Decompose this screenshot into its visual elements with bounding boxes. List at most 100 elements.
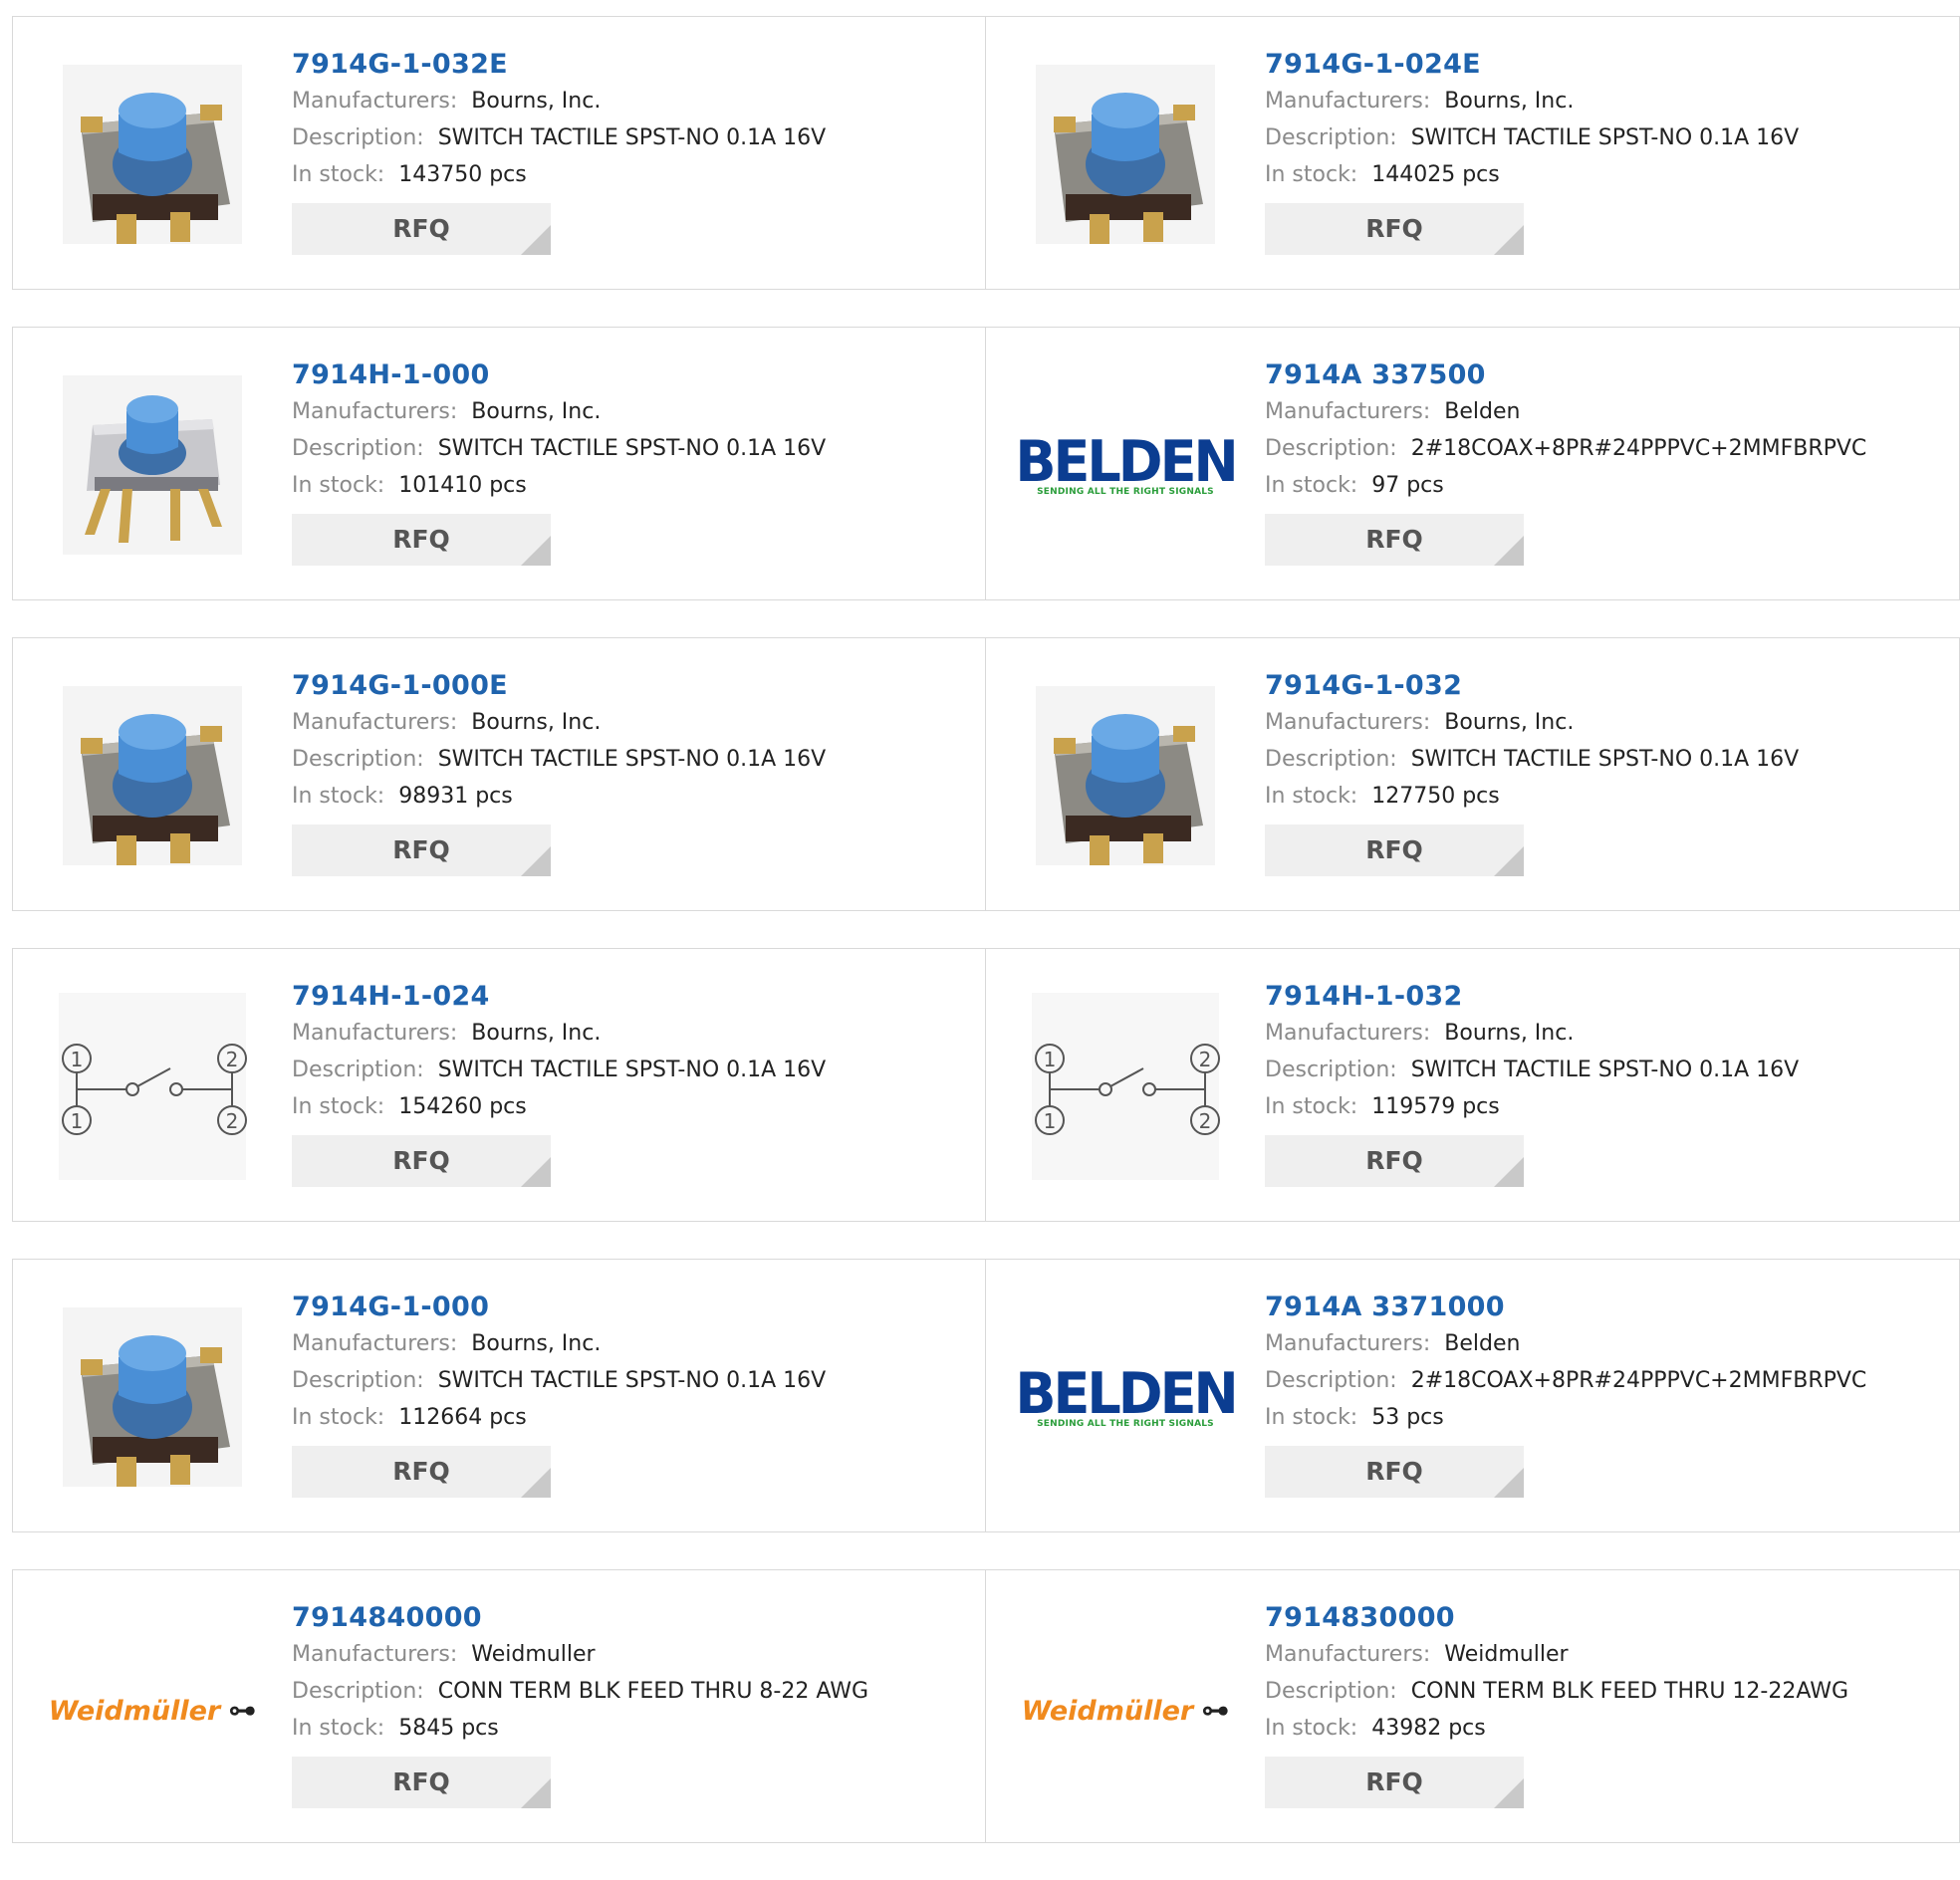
tactile-switch-image: [1026, 676, 1225, 879]
description-line: Description: SWITCH TACTILE SPST-NO 0.1A …: [1265, 119, 1799, 156]
svg-text:2: 2: [1199, 1048, 1212, 1071]
product-row: 7914H-1-000 Manufacturers: Bourns, Inc. D…: [12, 327, 1960, 600]
manufacturer-line: Manufacturers: Weidmuller: [1265, 1636, 1848, 1673]
corner-fold-icon: [521, 1468, 551, 1498]
stock-label: In stock:: [1265, 784, 1358, 809]
rfq-button[interactable]: RFQ: [1265, 1757, 1524, 1808]
rfq-label: RFQ: [1365, 214, 1423, 243]
product-thumbnail[interactable]: [1026, 678, 1225, 877]
rfq-button[interactable]: RFQ: [1265, 1446, 1524, 1498]
rfq-label: RFQ: [392, 214, 450, 243]
stock-value: 101410 pcs: [398, 473, 527, 498]
product-info: 7914830000 Manufacturers: Weidmuller Desc…: [1265, 1600, 1848, 1808]
rfq-button[interactable]: RFQ: [1265, 1135, 1524, 1187]
rfq-button[interactable]: RFQ: [292, 203, 551, 255]
manufacturer-value: Bourns, Inc.: [471, 1021, 602, 1046]
part-number-link[interactable]: 7914G-1-032: [1265, 668, 1799, 704]
manufacturer-label: Manufacturers:: [1265, 1331, 1431, 1356]
weidmuller-logo: Weidmüller ⊶: [1021, 1693, 1230, 1727]
description-value: SWITCH TACTILE SPST-NO 0.1A 16V: [437, 125, 827, 150]
stock-line: In stock: 101410 pcs: [292, 467, 826, 504]
stock-value: 43982 pcs: [1371, 1716, 1486, 1741]
part-number-link[interactable]: 7914H-1-024: [292, 979, 826, 1015]
manufacturer-value: Bourns, Inc.: [471, 89, 602, 114]
product-thumbnail[interactable]: Weidmüller ⊶: [49, 1610, 256, 1809]
stock-line: In stock: 5845 pcs: [292, 1710, 868, 1747]
product-info: 7914G-1-024E Manufacturers: Bourns, Inc. …: [1265, 47, 1799, 255]
manufacturer-value: Weidmuller: [471, 1642, 596, 1667]
belden-logo: BELDEN SENDING ALL THE RIGHT SIGNALS: [1015, 1360, 1238, 1429]
switch-schematic-image: 1 1 2 2: [1026, 987, 1225, 1190]
part-number-link[interactable]: 7914G-1-032E: [292, 47, 826, 83]
rfq-button[interactable]: RFQ: [1265, 203, 1524, 255]
product-thumbnail[interactable]: [53, 678, 252, 877]
product-thumbnail[interactable]: BELDEN SENDING ALL THE RIGHT SIGNALS: [1015, 367, 1238, 567]
stock-value: 154260 pcs: [398, 1094, 527, 1119]
part-number-link[interactable]: 7914830000: [1265, 1600, 1848, 1636]
rfq-button[interactable]: RFQ: [292, 824, 551, 876]
description-value: CONN TERM BLK FEED THRU 8-22 AWG: [437, 1679, 868, 1704]
description-line: Description: SWITCH TACTILE SPST-NO 0.1A …: [292, 119, 826, 156]
manufacturer-value: Bourns, Inc.: [1444, 710, 1575, 735]
product-thumbnail[interactable]: BELDEN SENDING ALL THE RIGHT SIGNALS: [1015, 1299, 1238, 1499]
description-line: Description: CONN TERM BLK FEED THRU 8-22…: [292, 1673, 868, 1710]
manufacturer-label: Manufacturers:: [1265, 399, 1431, 424]
manufacturer-value: Bourns, Inc.: [1444, 89, 1575, 114]
weidmuller-mark-icon: ⊶: [228, 1693, 257, 1727]
product-card: 7914G-1-032 Manufacturers: Bourns, Inc. D…: [986, 637, 1960, 911]
tactile-switch-image: [53, 55, 252, 258]
rfq-button[interactable]: RFQ: [292, 1446, 551, 1498]
description-label: Description:: [292, 436, 424, 461]
manufacturer-label: Manufacturers:: [292, 1642, 458, 1667]
description-line: Description: SWITCH TACTILE SPST-NO 0.1A …: [1265, 1052, 1799, 1088]
manufacturer-line: Manufacturers: Bourns, Inc.: [1265, 1015, 1799, 1052]
product-info: 7914A 337500 Manufacturers: Belden Descri…: [1265, 357, 1866, 566]
product-card: 1 1 2 2 7914H-1-024 Manufacturers: Bourns…: [12, 948, 986, 1222]
description-line: Description: CONN TERM BLK FEED THRU 12-2…: [1265, 1673, 1848, 1710]
product-thumbnail[interactable]: 1 1 2 2: [53, 989, 252, 1188]
part-number-link[interactable]: 7914H-1-000: [292, 357, 826, 393]
product-card: 7914H-1-000 Manufacturers: Bourns, Inc. D…: [12, 327, 986, 600]
rfq-label: RFQ: [1365, 1146, 1423, 1175]
corner-fold-icon: [521, 846, 551, 876]
svg-text:2: 2: [1199, 1109, 1212, 1133]
rfq-button[interactable]: RFQ: [292, 1135, 551, 1187]
product-thumbnail[interactable]: [53, 57, 252, 256]
part-number-link[interactable]: 7914A 3371000: [1265, 1290, 1866, 1325]
rfq-button[interactable]: RFQ: [1265, 514, 1524, 566]
description-value: SWITCH TACTILE SPST-NO 0.1A 16V: [437, 1368, 827, 1393]
part-number-link[interactable]: 7914G-1-000: [292, 1290, 826, 1325]
description-label: Description:: [1265, 1368, 1397, 1393]
corner-fold-icon: [521, 536, 551, 566]
product-card: 7914G-1-000E Manufacturers: Bourns, Inc. …: [12, 637, 986, 911]
corner-fold-icon: [1494, 1468, 1524, 1498]
manufacturer-line: Manufacturers: Bourns, Inc.: [292, 704, 826, 741]
stock-line: In stock: 144025 pcs: [1265, 156, 1799, 193]
manufacturer-label: Manufacturers:: [292, 89, 458, 114]
svg-text:1: 1: [71, 1048, 84, 1071]
part-number-link[interactable]: 7914A 337500: [1265, 357, 1866, 393]
part-number-link[interactable]: 7914G-1-024E: [1265, 47, 1799, 83]
product-thumbnail[interactable]: Weidmüller ⊶: [1022, 1610, 1229, 1809]
part-number-link[interactable]: 7914G-1-000E: [292, 668, 826, 704]
description-value: SWITCH TACTILE SPST-NO 0.1A 16V: [1410, 747, 1800, 772]
rfq-button[interactable]: RFQ: [292, 514, 551, 566]
stock-label: In stock:: [292, 473, 385, 498]
stock-line: In stock: 53 pcs: [1265, 1399, 1866, 1436]
rfq-button[interactable]: RFQ: [292, 1757, 551, 1808]
part-number-link[interactable]: 7914H-1-032: [1265, 979, 1799, 1015]
manufacturer-value: Belden: [1444, 1331, 1521, 1356]
product-row: Weidmüller ⊶ 7914840000 Manufacturers: Wei…: [12, 1569, 1960, 1843]
description-value: 2#18COAX+8PR#24PPPVC+2MMFBRPVC: [1410, 436, 1867, 461]
product-thumbnail[interactable]: [53, 1299, 252, 1499]
product-thumbnail[interactable]: 1 1 2 2: [1026, 989, 1225, 1188]
rfq-button[interactable]: RFQ: [1265, 824, 1524, 876]
product-thumbnail[interactable]: [53, 367, 252, 567]
stock-label: In stock:: [292, 162, 385, 187]
rfq-label: RFQ: [392, 1146, 450, 1175]
rfq-label: RFQ: [1365, 1457, 1423, 1486]
stock-value: 53 pcs: [1371, 1405, 1444, 1430]
product-thumbnail[interactable]: [1026, 57, 1225, 256]
stock-value: 97 pcs: [1371, 473, 1444, 498]
part-number-link[interactable]: 7914840000: [292, 1600, 868, 1636]
